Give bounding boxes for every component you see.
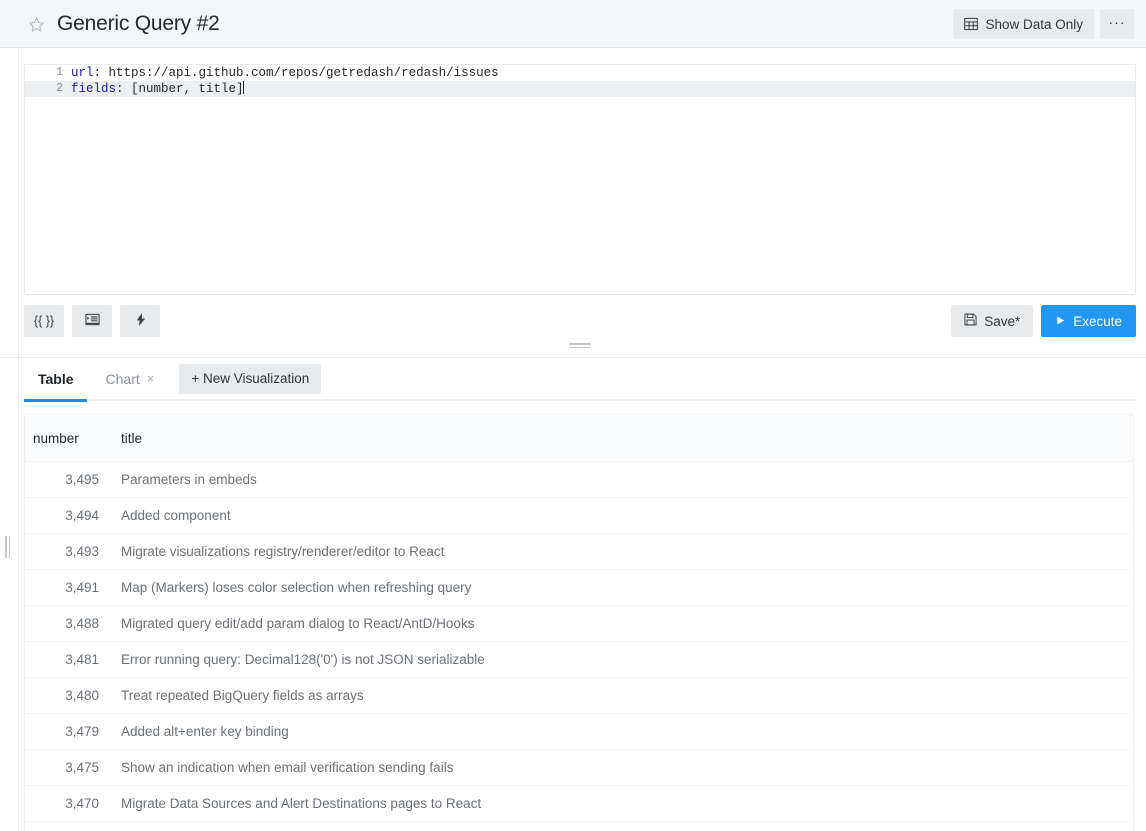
query-code-editor[interactable]: 1 url: https://api.github.com/repos/getr… [24, 64, 1136, 295]
text-cursor [243, 81, 244, 94]
lightning-bolt-icon [133, 312, 148, 330]
yaml-value: [number, title] [124, 82, 244, 96]
cell-number: 3,467 [25, 822, 107, 831]
tab-chart[interactable]: Chart × [90, 358, 171, 399]
cell-number: 3,493 [25, 534, 107, 570]
header-actions: Show Data Only ··· [953, 0, 1134, 48]
format-query-button[interactable] [72, 305, 112, 337]
new-visualization-button[interactable]: + New Visualization [179, 364, 321, 394]
cell-title: Parameters in embeds [107, 462, 1133, 498]
show-data-only-button[interactable]: Show Data Only [953, 9, 1094, 39]
cell-title: Added component [107, 498, 1133, 534]
sidebar-resize-handle[interactable] [4, 536, 11, 558]
editor-resize-handle[interactable] [569, 341, 591, 350]
table-row[interactable]: 3,494Added component [25, 498, 1133, 534]
table-row[interactable]: 3,475Show an indication when email verif… [25, 750, 1133, 786]
table-row[interactable]: 3,495Parameters in embeds [25, 462, 1133, 498]
code-line-text: url: https://api.github.com/repos/getred… [71, 65, 499, 81]
cell-number: 3,480 [25, 678, 107, 714]
cell-title: Treat repeated BigQuery fields as arrays [107, 678, 1133, 714]
table-row[interactable]: 3,480Treat repeated BigQuery fields as a… [25, 678, 1133, 714]
page-title: Generic Query #2 [57, 12, 220, 36]
save-button[interactable]: Save* [951, 305, 1033, 337]
execute-button-label: Execute [1073, 314, 1122, 329]
app-header: Generic Query #2 Show Data Only ··· [0, 0, 1146, 48]
execute-button[interactable]: Execute [1041, 305, 1136, 337]
show-data-only-label: Show Data Only [985, 17, 1083, 32]
cell-title: Map (Markers) loses color selection when… [107, 570, 1133, 606]
cell-number: 3,494 [25, 498, 107, 534]
table-header-row: number title [25, 415, 1133, 462]
line-number: 1 [25, 65, 63, 81]
column-header-number[interactable]: number [25, 415, 107, 462]
table-row[interactable]: 3,491Map (Markers) loses color selection… [25, 570, 1133, 606]
close-icon[interactable]: × [147, 371, 155, 386]
column-header-title[interactable]: title [107, 415, 1133, 462]
code-line-active: 2 fields: [number, title] [25, 81, 1135, 97]
line-number: 2 [25, 81, 63, 97]
tab-active-indicator [24, 399, 87, 402]
results-table[interactable]: number title 3,495Parameters in embeds3,… [24, 414, 1134, 831]
yaml-key: url: [71, 66, 101, 80]
save-button-label: Save* [984, 314, 1020, 329]
table-row[interactable]: 3,470Migrate Data Sources and Alert Dest… [25, 786, 1133, 822]
star-outline-icon[interactable] [28, 16, 45, 33]
yaml-value: https://api.github.com/repos/getredash/r… [101, 66, 499, 80]
visualization-tabs: Table Chart × + New Visualization [24, 358, 1136, 400]
cell-number: 3,470 [25, 786, 107, 822]
cell-number: 3,495 [25, 462, 107, 498]
cell-title: Migrated query edit/add param dialog to … [107, 606, 1133, 642]
format-code-icon [85, 312, 100, 330]
cell-number: 3,491 [25, 570, 107, 606]
table-row[interactable]: 3,481Error running query: Decimal128('0'… [25, 642, 1133, 678]
content-left-border [18, 48, 19, 831]
cell-title: Error running query: Decimal128('0') is … [107, 642, 1133, 678]
floppy-disk-icon [964, 313, 977, 329]
cell-number: 3,475 [25, 750, 107, 786]
play-triangle-icon [1055, 314, 1066, 329]
tab-row: Table Chart × + New Visualization [24, 358, 321, 399]
cell-title: Permissions for dropdown values of param… [107, 822, 1133, 831]
cell-title: Added alt+enter key binding [107, 714, 1133, 750]
table-row[interactable]: 3,479Added alt+enter key binding [25, 714, 1133, 750]
editor-action-buttons: Save* Execute [951, 305, 1136, 337]
table-row[interactable]: 3,488Migrated query edit/add param dialo… [25, 606, 1133, 642]
table-body: 3,495Parameters in embeds3,494Added comp… [25, 462, 1133, 831]
yaml-key: fields: [71, 82, 124, 96]
more-options-button[interactable]: ··· [1100, 9, 1134, 39]
cell-title: Migrate visualizations registry/renderer… [107, 534, 1133, 570]
table-grid-icon [964, 17, 978, 31]
tab-table[interactable]: Table [24, 358, 90, 399]
cell-title: Show an indication when email verificati… [107, 750, 1133, 786]
tab-table-label: Table [38, 371, 74, 387]
cell-number: 3,479 [25, 714, 107, 750]
code-line: 1 url: https://api.github.com/repos/getr… [25, 65, 1135, 81]
add-parameter-button[interactable]: {{ }} [24, 305, 64, 337]
tab-chart-label: Chart [106, 371, 140, 387]
tabs-underline [24, 399, 1136, 401]
cell-number: 3,481 [25, 642, 107, 678]
editor-tool-buttons: {{ }} [24, 305, 160, 337]
table-head: number title [25, 415, 1133, 462]
cell-number: 3,488 [25, 606, 107, 642]
autocomplete-toggle-button[interactable] [120, 305, 160, 337]
code-line-text: fields: [number, title] [71, 81, 244, 97]
editor-toolbar: {{ }} [24, 305, 1136, 337]
results-table-element: number title 3,495Parameters in embeds3,… [25, 415, 1133, 831]
header-title-group: Generic Query #2 [28, 0, 220, 48]
table-row[interactable]: 3,467Permissions for dropdown values of … [25, 822, 1133, 831]
table-row[interactable]: 3,493Migrate visualizations registry/ren… [25, 534, 1133, 570]
cell-title: Migrate Data Sources and Alert Destinati… [107, 786, 1133, 822]
